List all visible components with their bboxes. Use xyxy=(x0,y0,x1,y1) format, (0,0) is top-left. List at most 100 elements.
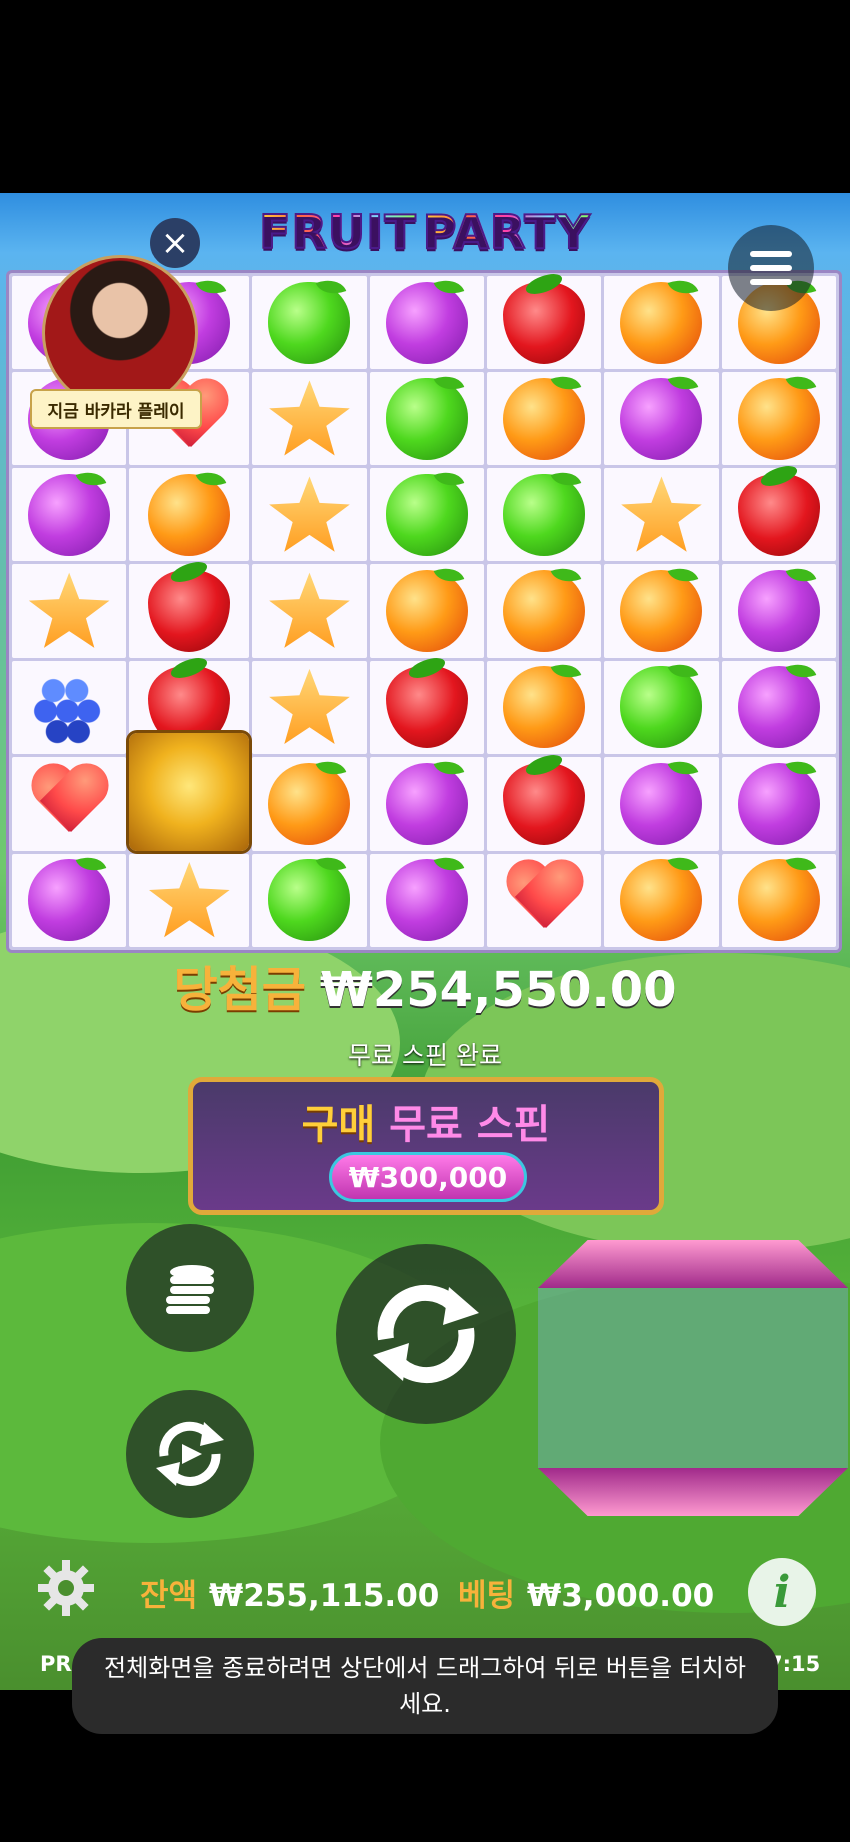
leaf-icon xyxy=(550,658,582,685)
leaf-icon xyxy=(668,754,699,781)
star-symbol-icon xyxy=(149,862,230,938)
reel-cell xyxy=(252,660,367,754)
reel-cell xyxy=(369,562,484,658)
leaf-icon xyxy=(75,466,107,492)
reel-cell xyxy=(604,658,719,754)
plum-symbol-icon xyxy=(385,273,468,364)
leaf-icon xyxy=(785,851,817,878)
reel-cell xyxy=(252,564,367,658)
spin-button[interactable] xyxy=(336,1244,516,1424)
strawberry-symbol-icon xyxy=(503,750,586,845)
coins-icon xyxy=(166,1265,214,1314)
reel-cell xyxy=(721,851,836,947)
strawberry-symbol-icon xyxy=(737,461,820,556)
spin-icon xyxy=(373,1284,479,1384)
dealer-avatar[interactable] xyxy=(42,255,198,411)
leaf-icon xyxy=(668,562,699,588)
fullscreen-toast: 전체화면을 종료하려면 상단에서 드래그하여 뒤로 버튼을 터치하세요. xyxy=(72,1638,778,1734)
reel-cell xyxy=(369,754,484,851)
reel-cell xyxy=(129,466,250,562)
leaf-icon xyxy=(433,273,465,300)
leaf-icon xyxy=(758,461,800,490)
settings-gear-icon[interactable] xyxy=(36,1558,96,1618)
plum-symbol-icon xyxy=(28,851,111,942)
win-label: 당첨금 xyxy=(173,962,306,1018)
orange-symbol-icon xyxy=(385,562,468,653)
bet-panel-body xyxy=(538,1288,848,1468)
bet-label: 베팅 xyxy=(458,1578,516,1614)
leaf-icon xyxy=(433,466,465,492)
star-symbol-icon xyxy=(269,380,350,456)
reel-cell xyxy=(12,851,127,947)
reel-cell xyxy=(12,564,127,658)
buy-suffix: 무료 스핀 xyxy=(389,1102,551,1148)
reel-cell xyxy=(369,851,484,947)
leaf-icon xyxy=(550,369,582,396)
buy-price[interactable]: ₩300,000 xyxy=(329,1152,527,1202)
live-baccarat-promo[interactable]: 지금 바카라 플레이 xyxy=(30,255,202,429)
reel-cell xyxy=(487,466,602,562)
leaf-icon xyxy=(523,750,565,779)
reel-cell xyxy=(12,756,127,851)
plum-symbol-icon xyxy=(385,851,468,942)
menu-icon-line xyxy=(750,279,792,285)
reel-cell xyxy=(604,754,719,851)
autoplay-icon xyxy=(156,1421,224,1486)
bet-coins-button[interactable] xyxy=(126,1224,254,1352)
star-symbol-icon xyxy=(269,476,350,552)
strawberry-symbol-icon xyxy=(503,269,586,364)
info-button[interactable]: i xyxy=(748,1558,816,1626)
balance-value: ₩255,115.00 xyxy=(209,1578,440,1614)
reel-cell xyxy=(369,369,484,466)
plum-symbol-icon xyxy=(737,754,820,845)
reel-cell xyxy=(129,853,250,947)
plum-symbol-icon xyxy=(620,754,703,845)
close-promo-button[interactable]: × xyxy=(150,218,200,268)
reel-cell xyxy=(129,558,250,658)
strawberry-symbol-icon xyxy=(148,558,231,653)
leaf-icon xyxy=(316,273,347,300)
orange-symbol-icon xyxy=(620,273,703,364)
reel-cell xyxy=(604,468,719,562)
leaf-icon xyxy=(668,851,699,878)
leaf-icon xyxy=(168,558,210,587)
bet-increase-button[interactable] xyxy=(538,1240,848,1288)
star-symbol-icon xyxy=(269,572,350,648)
leaf-icon xyxy=(196,273,227,300)
reel-cell xyxy=(252,754,367,851)
orange-symbol-icon xyxy=(503,658,586,749)
buy-label: 구매 xyxy=(301,1102,376,1148)
gold-wild-symbol-icon xyxy=(129,732,250,851)
menu-button[interactable] xyxy=(728,225,814,311)
plum-symbol-icon xyxy=(620,369,703,460)
heart-symbol-icon xyxy=(502,862,586,938)
status-bar: 잔액 ₩255,115.00 베팅 ₩3,000.00 i xyxy=(0,1548,850,1628)
apple-symbol-icon xyxy=(503,466,586,556)
reel-cell xyxy=(129,732,250,851)
bet-decrease-button[interactable] xyxy=(538,1468,848,1516)
orange-symbol-icon xyxy=(737,851,820,942)
menu-icon-line xyxy=(750,251,792,257)
reel-cell xyxy=(487,562,602,658)
reel-cell xyxy=(721,754,836,851)
reel-cell xyxy=(12,660,127,754)
star-symbol-icon xyxy=(621,476,702,552)
buy-free-spins-button[interactable]: 구매 무료 스핀 ₩300,000 xyxy=(188,1077,664,1215)
logo-text-party: PARTY xyxy=(422,204,591,260)
leaf-icon xyxy=(550,562,582,588)
orange-symbol-icon xyxy=(737,369,820,460)
leaf-icon xyxy=(433,754,465,781)
buy-title: 구매 무료 스핀 xyxy=(193,1092,659,1150)
leaf-icon xyxy=(785,658,817,685)
plum-symbol-icon xyxy=(385,754,468,845)
promo-label[interactable]: 지금 바카라 플레이 xyxy=(30,389,202,429)
leaf-icon xyxy=(168,654,210,683)
orange-symbol-icon xyxy=(148,466,231,556)
orange-symbol-icon xyxy=(503,562,586,653)
autoplay-button[interactable] xyxy=(126,1390,254,1518)
leaf-icon xyxy=(668,273,699,300)
reel-cell xyxy=(721,461,836,562)
plum-symbol-icon xyxy=(28,466,111,556)
grapes-symbol-icon xyxy=(30,666,109,749)
menu-icon-line xyxy=(750,265,792,271)
